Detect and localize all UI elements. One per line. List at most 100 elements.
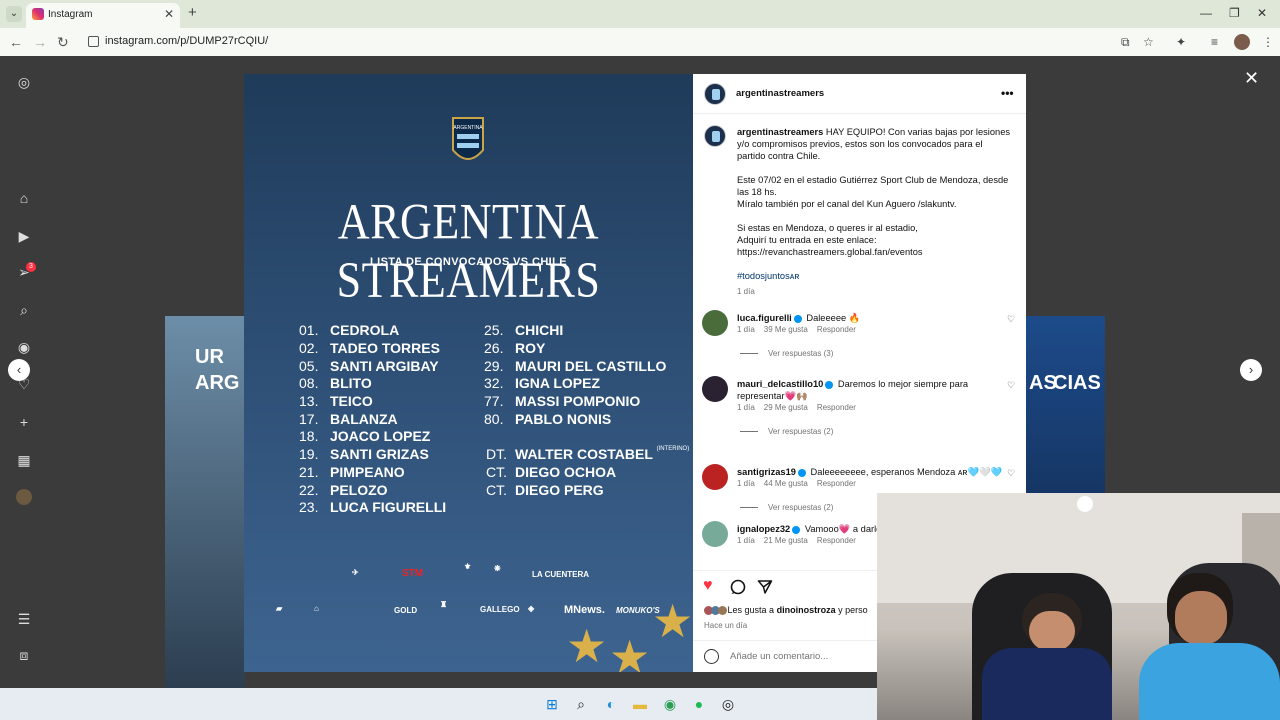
verified-icon <box>793 314 802 323</box>
file-explorer-icon[interactable]: ▬ <box>632 696 648 712</box>
player-number: 23. <box>299 499 319 515</box>
comment-avatar[interactable] <box>702 464 728 490</box>
reload-icon[interactable]: ↻ <box>57 34 69 51</box>
player-name: BALANZA <box>330 411 398 427</box>
spotify-icon[interactable]: ● <box>691 696 707 712</box>
comment-user[interactable]: luca.figurelli <box>737 313 792 323</box>
explore-icon[interactable]: ◉ <box>16 339 32 355</box>
tab-title: Instagram <box>48 9 93 20</box>
close-modal-icon[interactable]: ✕ <box>1244 68 1259 89</box>
comment-user[interactable]: ignalopez32 <box>737 524 790 534</box>
restore-icon[interactable]: ❐ <box>1229 6 1240 20</box>
staff-name: DIEGO PERG <box>515 482 604 498</box>
comment-likes[interactable]: 39 Me gusta <box>764 325 808 334</box>
instagram-logo-icon[interactable]: ◎ <box>16 74 32 90</box>
browser-toolbar: ← → ↻ instagram.com/p/DUMP27rCQIU/ ⧉ ☆ ✦… <box>0 28 1280 56</box>
tab-instagram[interactable]: Instagram ✕ <box>26 3 180 28</box>
player-number: 32. <box>484 375 504 391</box>
comment-avatar[interactable] <box>702 376 728 402</box>
minimize-icon[interactable]: — <box>1200 6 1212 20</box>
caption-link[interactable]: https://revanchastreamers.global.fan/eve… <box>737 247 923 257</box>
comment-text: mauri_delcastillo10 Daremos lo mejor sie… <box>737 378 1007 402</box>
comment-likes[interactable]: 44 Me gusta <box>764 479 808 488</box>
extensions-icon[interactable]: ✦ <box>1176 35 1186 49</box>
install-app-icon[interactable]: ⧉ <box>1121 35 1130 50</box>
player-number: 29. <box>484 358 504 374</box>
more-options-icon[interactable]: ••• <box>1001 86 1014 100</box>
reply-button[interactable]: Responder <box>817 403 856 412</box>
argentina-streamers-badge-icon: ARGENTINA <box>452 117 484 160</box>
edge-icon[interactable]: ◐ <box>603 696 619 712</box>
like-heart-icon[interactable]: ♥ <box>703 577 713 595</box>
also-from-meta-icon[interactable]: ⧈ <box>16 647 32 663</box>
home-icon[interactable]: ⌂ <box>16 190 32 206</box>
browser-menu-icon[interactable]: ⋮ <box>1262 35 1274 49</box>
reply-button[interactable]: Responder <box>817 479 856 488</box>
site-info-icon[interactable] <box>88 36 99 47</box>
back-icon[interactable]: ← <box>9 34 23 50</box>
forward-icon[interactable]: → <box>33 34 47 50</box>
window-close-icon[interactable]: ✕ <box>1257 6 1267 20</box>
app-icon[interactable]: ◎ <box>720 696 736 712</box>
background-post-text: UR <box>195 346 224 368</box>
view-replies-button[interactable]: Ver respuestas (2) <box>740 427 833 436</box>
verified-icon <box>792 525 801 534</box>
reels-icon[interactable]: ▶ <box>16 228 32 244</box>
likes-user[interactable]: dinoinostroza <box>777 605 836 615</box>
tab-search-icon[interactable]: ⌄ <box>6 6 22 22</box>
caption-account[interactable]: argentinastreamers <box>737 127 823 137</box>
comment-avatar[interactable] <box>702 521 728 547</box>
new-tab-icon[interactable]: + <box>188 4 197 21</box>
player-name: PABLO NONIS <box>515 411 612 427</box>
player-name: TADEO TORRES <box>330 340 440 356</box>
star-icon: ★ <box>566 620 608 672</box>
start-icon[interactable]: ⊞ <box>544 696 560 712</box>
post-image[interactable]: ARGENTINA ARGENTINA STREAMERS LISTA DE C… <box>244 74 693 672</box>
share-icon[interactable] <box>757 579 773 595</box>
account-avatar[interactable] <box>704 83 726 105</box>
background-post-left[interactable]: UR ARG <box>165 316 245 688</box>
comment-like-icon[interactable]: ♡ <box>1007 380 1015 391</box>
address-bar[interactable]: instagram.com/p/DUMP27rCQIU/ <box>80 31 1160 53</box>
bookmark-star-icon[interactable]: ☆ <box>1143 35 1154 49</box>
caption-text-3b: Adquirí tu entrada en este enlace: <box>737 235 877 245</box>
caption-avatar[interactable] <box>704 125 726 147</box>
roster-row: 18. JOACO LOPEZ <box>299 428 430 444</box>
verified-icon <box>825 380 834 389</box>
comment-like-icon[interactable]: ♡ <box>1007 314 1015 325</box>
comment-likes[interactable]: 29 Me gusta <box>764 403 808 412</box>
comment-user[interactable]: mauri_delcastillo10 <box>737 379 823 389</box>
search-icon[interactable]: ⌕ <box>573 696 589 712</box>
caption-hashtag[interactable]: #todosjuntosᴀʀ <box>737 271 799 281</box>
player-number: 18. <box>299 428 319 444</box>
next-post-icon[interactable]: › <box>1240 359 1262 381</box>
view-replies-button[interactable]: Ver respuestas (3) <box>740 349 833 358</box>
prev-post-icon[interactable]: ‹ <box>8 359 30 381</box>
chrome-icon[interactable]: ◉ <box>662 696 678 712</box>
comment-avatar[interactable] <box>702 310 728 336</box>
create-icon[interactable]: + <box>16 414 32 430</box>
emoji-icon[interactable] <box>704 649 719 664</box>
sponsor-gold: GOLD <box>394 606 418 615</box>
reply-button[interactable]: Responder <box>817 325 856 334</box>
player-number: 08. <box>299 375 319 391</box>
comment-likes[interactable]: 21 Me gusta <box>764 536 808 545</box>
profile-avatar[interactable] <box>1234 34 1250 50</box>
poster-subtitle: LISTA DE CONVOCADOS VS CHILE <box>370 256 567 268</box>
view-replies-button[interactable]: Ver respuestas (2) <box>740 503 833 512</box>
dashboard-icon[interactable]: ▦ <box>16 452 32 468</box>
search-icon[interactable]: ⌕ <box>16 302 32 318</box>
reading-list-icon[interactable]: ≡ <box>1211 35 1218 49</box>
svg-text:ARGENTINA: ARGENTINA <box>453 125 483 131</box>
more-menu-icon[interactable]: ☰ <box>16 611 32 627</box>
comment-like-icon[interactable]: ♡ <box>1007 468 1015 479</box>
person-face <box>1029 611 1075 651</box>
tab-close-icon[interactable]: ✕ <box>164 7 174 21</box>
player-name: CHICHI <box>515 322 564 338</box>
caption-time: 1 día <box>737 287 755 296</box>
comment-icon[interactable] <box>730 579 746 595</box>
reply-button[interactable]: Responder <box>817 536 856 545</box>
profile-icon[interactable] <box>16 489 32 505</box>
comment-user[interactable]: santigrizas19 <box>737 467 796 477</box>
account-name[interactable]: argentinastreamers <box>736 88 824 99</box>
